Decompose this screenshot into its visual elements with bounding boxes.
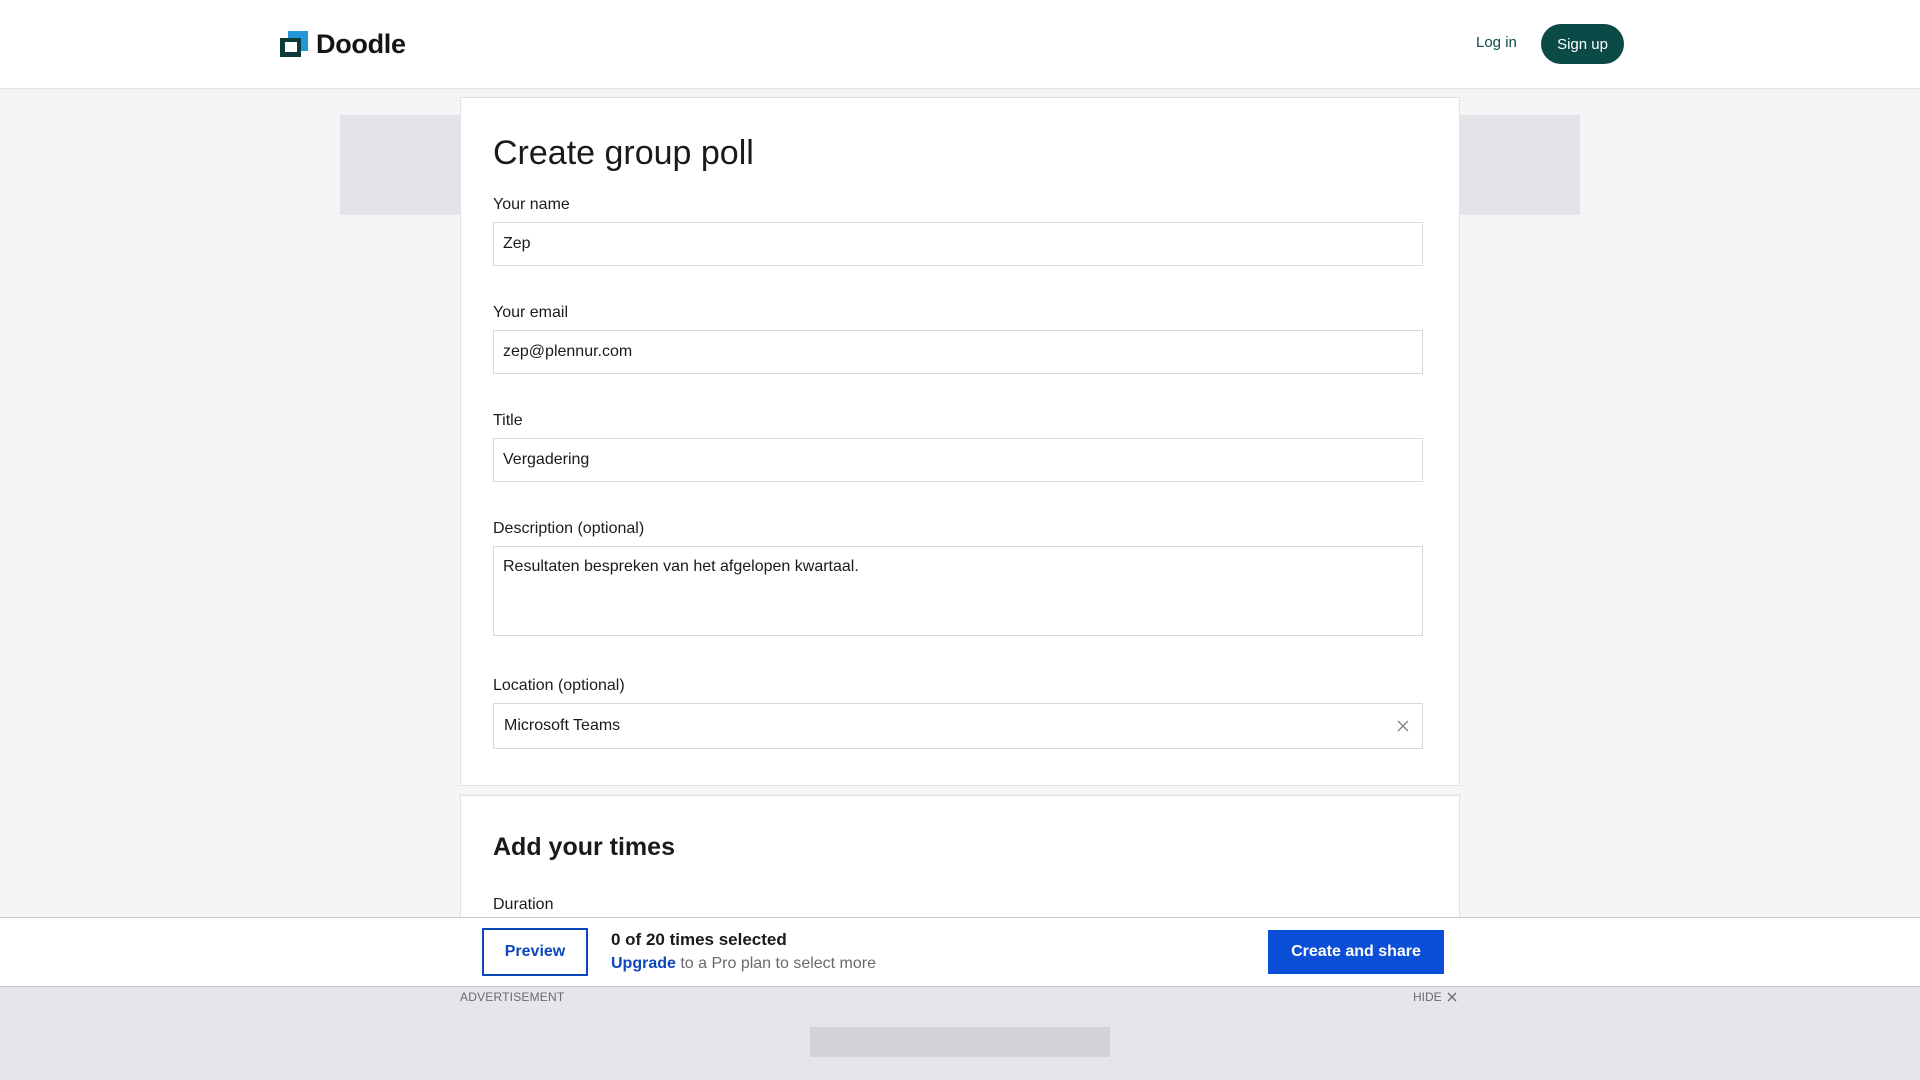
clear-location-icon[interactable] <box>1396 719 1410 733</box>
ad-content-placeholder <box>810 1027 1110 1057</box>
description-textarea-value: Resultaten bespreken van het afgelopen k… <box>503 558 859 575</box>
poll-action-bar: Preview 0 of 20 times selected Upgrade t… <box>0 917 1920 987</box>
title-label: Title <box>493 412 523 429</box>
name-input[interactable]: Zep <box>493 222 1423 266</box>
upgrade-message: Upgrade to a Pro plan to select more <box>611 955 876 973</box>
brand-name: Doodle <box>316 28 406 59</box>
times-selected-count: 0 of 20 times selected <box>611 930 787 949</box>
advertisement-label: ADVERTISEMENT <box>460 990 565 1004</box>
advertisement-banner: ADVERTISEMENT HIDE <box>0 987 1920 1080</box>
doodle-logo[interactable]: Doodle <box>280 28 406 60</box>
description-label: Description (optional) <box>493 520 645 537</box>
email-input-value: zep@plennur.com <box>503 343 633 360</box>
email-label: Your email <box>493 304 569 321</box>
close-icon <box>1447 992 1457 1002</box>
location-input-value: Microsoft Teams <box>504 717 621 734</box>
upgrade-message-text: to a Pro plan to select more <box>675 955 877 972</box>
description-textarea[interactable]: Resultaten bespreken van het afgelopen k… <box>493 546 1423 636</box>
ad-placeholder-right <box>1460 115 1580 215</box>
hide-ad-label: HIDE <box>1413 990 1442 1004</box>
page-title: Create group poll <box>493 134 754 172</box>
location-label: Location (optional) <box>493 677 625 694</box>
preview-button[interactable]: Preview <box>482 928 588 976</box>
title-input-value: Vergadering <box>503 451 590 468</box>
duration-label: Duration <box>493 896 554 913</box>
times-section-title: Add your times <box>493 833 675 861</box>
create-and-share-button[interactable]: Create and share <box>1268 930 1444 974</box>
signup-button[interactable]: Sign up <box>1541 24 1624 64</box>
doodle-logo-icon <box>280 31 308 57</box>
ad-placeholder-left <box>340 115 460 215</box>
hide-ad-button[interactable]: HIDE <box>1413 990 1457 1004</box>
name-input-value: Zep <box>503 235 531 252</box>
poll-details-card: Create group poll Your name Zep Your ema… <box>460 97 1460 786</box>
login-link[interactable]: Log in <box>1476 34 1517 51</box>
upgrade-link[interactable]: Upgrade <box>611 955 676 972</box>
name-label: Your name <box>493 196 570 213</box>
location-input[interactable]: Microsoft Teams <box>493 703 1423 749</box>
email-input[interactable]: zep@plennur.com <box>493 330 1423 374</box>
title-input[interactable]: Vergadering <box>493 438 1423 482</box>
top-navigation-bar: Doodle Log in Sign up <box>0 0 1920 89</box>
